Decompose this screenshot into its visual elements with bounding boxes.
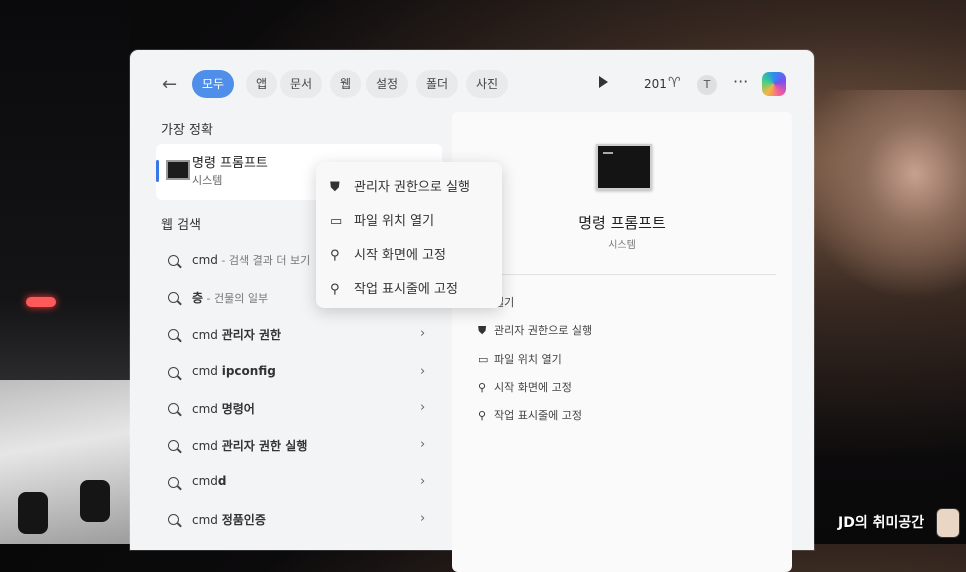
red-indicator-light [26,297,56,307]
background-glow-right [796,90,966,300]
menu-item-label: 관리자 권한으로 실행 [354,180,470,195]
query-text: cmd [192,402,222,416]
tab-folders[interactable]: 폴더 [416,70,459,98]
pin-icon: ⚲ [478,409,487,422]
search-icon [168,440,179,451]
web-search-item[interactable]: cmd 명령어 › [162,400,430,424]
query-text: cmd [192,474,218,488]
query-suggestion: 관리자 권한 실행 [221,439,308,453]
query-suggestion: 층 [192,291,204,305]
action-open-file-location[interactable]: ▭ 파일 위치 열기 [478,351,562,367]
query-suggestion: d [217,474,227,488]
action-label: 파일 위치 열기 [494,353,562,366]
web-search-item[interactable]: cmd ipconfig › [162,364,430,388]
search-icon [168,477,179,488]
filter-bar: ← 모두 앱 문서 웹 설정 폴더 사진 201 ♈ T ··· [130,50,814,118]
best-match-type: 시스템 [192,174,223,187]
pin-icon: ⚲ [478,381,487,394]
action-label: 시작 화면에 고정 [494,381,572,394]
search-icon [168,403,179,414]
menu-item-run-as-admin[interactable]: ⛊ 관리자 권한으로 실행 [330,176,470,195]
web-search-item[interactable]: cmd 관리자 권한 › [162,326,430,350]
tab-web[interactable]: 웹 [330,70,362,98]
selection-indicator [156,160,159,182]
query-text: cmd [192,513,222,527]
trophy-icon[interactable]: ♈ [668,75,681,91]
chevron-right-icon[interactable]: › [420,326,425,341]
chevron-right-icon[interactable]: › [420,511,425,526]
play-icon[interactable] [599,76,608,88]
watermark-avatar [936,508,960,538]
shield-icon: ⛊ [478,324,487,337]
query-suggestion: 정품인증 [221,513,266,527]
action-pin-to-start[interactable]: ⚲ 시작 화면에 고정 [478,379,572,395]
menu-item-pin-to-start[interactable]: ⚲ 시작 화면에 고정 [330,244,446,263]
search-icon [168,367,179,378]
query-text: cmd [192,253,218,267]
pin-icon: ⚲ [330,248,340,263]
menu-item-pin-to-taskbar[interactable]: ⚲ 작업 표시줄에 고정 [330,278,458,297]
details-panel: 명령 프롬프트 시스템 ↗열기 ⛊관리자 권한으로 실행 ▭파일 위치 열기 ⚲… [452,112,792,572]
knob [80,480,110,522]
search-icon [168,292,179,303]
more-icon[interactable]: ··· [733,72,748,91]
background-turntable [0,380,135,544]
query-text: cmd [192,328,222,342]
pin-icon: ⚲ [330,282,340,297]
folder-icon: ▭ [478,353,489,366]
search-icon [168,514,179,525]
tab-apps[interactable]: 앱 [246,70,278,98]
action-run-as-admin[interactable]: ⛊ 관리자 권한으로 실행 [478,322,592,338]
chevron-right-icon[interactable]: › [420,400,425,415]
search-icon [168,255,179,266]
tab-all[interactable]: 모두 [192,70,235,98]
query-suggestion: 관리자 권한 [221,328,282,342]
details-title: 명령 프롬프트 [578,214,666,232]
query-hint: - 검색 결과 더 보기 [217,254,311,267]
tab-documents[interactable]: 문서 [280,70,323,98]
action-pin-to-taskbar[interactable]: ⚲ 작업 표시줄에 고정 [478,407,582,423]
web-search-item[interactable]: cmdd › [162,474,430,498]
query-text: cmd [192,364,222,378]
details-subtitle: 시스템 [608,240,636,251]
command-prompt-icon [166,160,190,180]
action-label: 관리자 권한으로 실행 [494,324,593,337]
menu-item-open-file-location[interactable]: ▭ 파일 위치 열기 [330,210,434,229]
search-icon [168,329,179,340]
arrow-left-icon[interactable]: ← [162,74,177,95]
query-hint: - 건물의 일부 [203,292,269,305]
best-match-name: 명령 프롬프트 [192,156,268,171]
action-label: 작업 표시줄에 고정 [494,409,582,422]
command-prompt-icon [596,144,652,190]
tab-settings[interactable]: 설정 [366,70,409,98]
knob [18,492,48,534]
web-search-heading: 웹 검색 [161,218,202,233]
web-search-item[interactable]: cmd 관리자 권한 실행 › [162,437,430,461]
web-search-item[interactable]: cmd 정품인증 › [162,511,430,535]
tab-photos[interactable]: 사진 [466,70,509,98]
query-suggestion: ipconfig [221,364,276,378]
chevron-right-icon[interactable]: › [420,474,425,489]
chevron-right-icon[interactable]: › [420,437,425,452]
shield-icon: ⛊ [330,180,340,195]
folder-icon: ▭ [330,214,343,229]
best-match-heading: 가장 정확 [161,123,213,138]
divider [476,274,776,275]
menu-item-label: 작업 표시줄에 고정 [354,282,458,297]
query-text: cmd [192,439,222,453]
menu-item-label: 파일 위치 열기 [354,214,435,229]
menu-item-label: 시작 화면에 고정 [354,248,446,263]
copilot-icon[interactable] [762,72,786,96]
rewards-points[interactable]: 201 [644,77,667,91]
watermark: JD의 취미공간 [838,515,925,531]
context-menu: ⛊ 관리자 권한으로 실행 ▭ 파일 위치 열기 ⚲ 시작 화면에 고정 ⚲ 작업 표시… [316,162,502,308]
query-suggestion: 명령어 [221,402,255,416]
chevron-right-icon[interactable]: › [420,364,425,379]
avatar[interactable]: T [697,75,717,95]
